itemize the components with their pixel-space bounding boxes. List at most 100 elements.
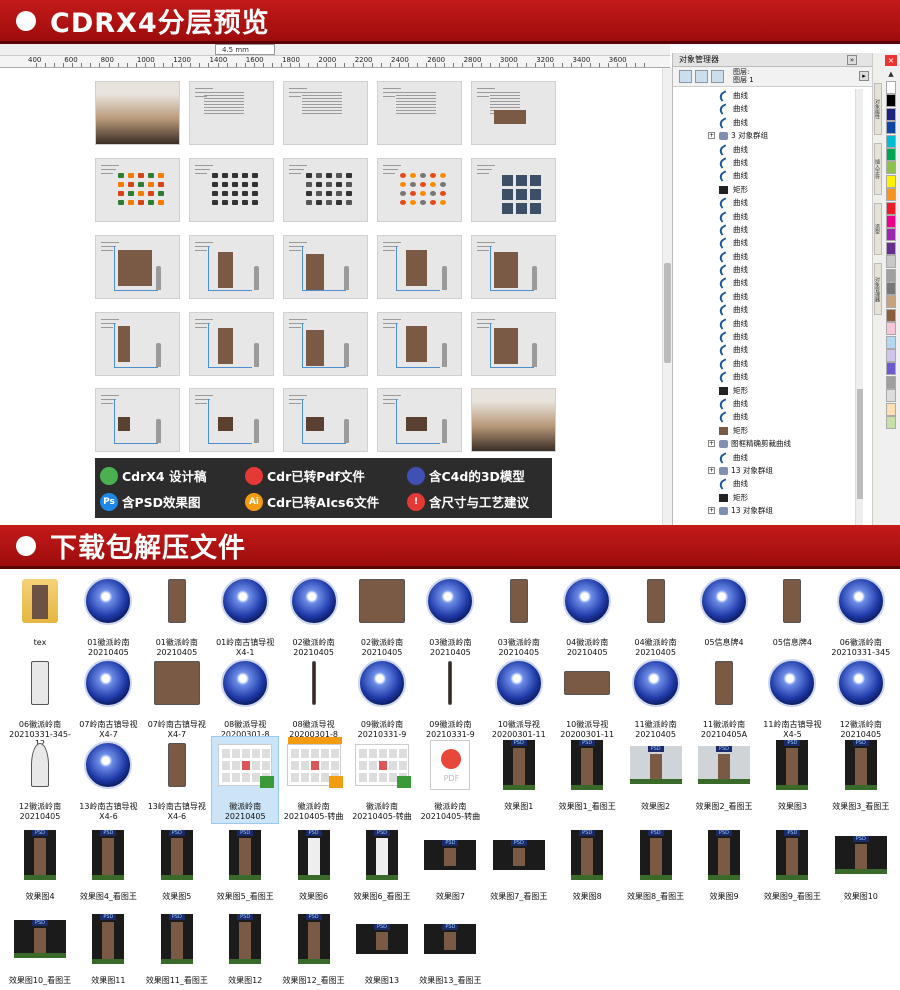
expand-icon[interactable]: » — [847, 55, 857, 65]
color-swatch[interactable] — [886, 282, 896, 295]
file-item[interactable]: 徽派岭南 20210405-转曲 — [280, 736, 348, 821]
file-item[interactable]: PSD 效果图4 — [6, 826, 74, 906]
tree-row[interactable]: 曲线 — [673, 156, 863, 169]
file-item[interactable]: tex — [6, 572, 74, 652]
tree-row[interactable]: 曲线 — [673, 196, 863, 209]
file-item[interactable]: PSD 效果图1_看图王 — [553, 736, 621, 816]
color-swatch[interactable] — [886, 241, 896, 255]
tree-row[interactable]: 矩形 — [673, 384, 863, 397]
page-thumbnail[interactable] — [377, 312, 462, 376]
file-item[interactable]: 03徽派岭南 20210405 — [485, 572, 553, 657]
file-item[interactable]: 13岭南古镇导视 X4-6 — [143, 736, 211, 821]
page-thumbnail[interactable] — [471, 312, 556, 376]
file-item[interactable]: 10徽派导视 20200301-11 — [553, 654, 621, 739]
color-swatch[interactable] — [886, 375, 896, 389]
nudge-distance-input[interactable]: 4.5 mm — [215, 44, 275, 55]
file-item[interactable]: PSD 效果图4_看图王 — [74, 826, 142, 906]
color-swatch[interactable] — [886, 349, 896, 362]
expand-toggle-icon[interactable]: + — [708, 440, 715, 448]
tree-row[interactable]: 曲线 — [673, 276, 863, 290]
page-thumbnail[interactable] — [377, 388, 462, 452]
expand-toggle-icon[interactable]: + — [708, 507, 715, 515]
page-thumbnail[interactable] — [283, 388, 368, 452]
tree-row[interactable]: 曲线 — [673, 89, 863, 102]
file-item[interactable]: PSD 效果图11_看图王 — [143, 910, 211, 990]
tree-row[interactable]: 曲线 — [673, 263, 863, 276]
file-item[interactable]: 07岭南古镇导视 X4-7 — [74, 654, 142, 739]
page-thumbnail[interactable] — [283, 235, 368, 299]
tree-row[interactable]: 曲线 — [673, 102, 863, 116]
expand-toggle-icon[interactable]: + — [708, 466, 715, 474]
color-swatch[interactable] — [886, 161, 896, 175]
file-item[interactable]: PSD 效果图11 — [74, 910, 142, 990]
page-thumbnail[interactable] — [377, 81, 462, 145]
file-item[interactable]: PSD 效果图9 — [690, 826, 758, 906]
tree-row[interactable]: 曲线 — [673, 169, 863, 183]
page-thumbnail[interactable] — [283, 81, 368, 145]
file-item[interactable]: PSD 效果图8 — [553, 826, 621, 906]
color-swatch[interactable] — [886, 362, 896, 376]
color-swatch[interactable] — [886, 174, 896, 188]
tree-row[interactable]: + 图框精确剪裁曲线 — [673, 437, 863, 450]
file-item[interactable]: PSD 效果图10 — [827, 826, 895, 906]
file-item[interactable]: PSD 效果图3_看图王 — [827, 736, 895, 816]
page-thumbnail[interactable] — [377, 235, 462, 299]
color-swatch[interactable] — [886, 402, 896, 416]
tree-row[interactable]: 曲线 — [673, 410, 863, 424]
file-item[interactable]: 13岭南古镇导视 X4-6 — [74, 736, 142, 821]
file-item[interactable]: PSD 效果图6 — [280, 826, 348, 906]
file-item[interactable]: 徽派岭南 20210405-转曲 — [348, 736, 416, 821]
color-swatch[interactable] — [886, 308, 896, 322]
color-swatch[interactable] — [886, 228, 896, 242]
file-item[interactable]: PSD 效果图5 — [143, 826, 211, 906]
tree-row[interactable]: 曲线 — [673, 290, 863, 303]
file-item[interactable]: 02徽派岭南 20210405 — [280, 572, 348, 657]
file-item[interactable]: 04徽派岭南 20210405 — [622, 572, 690, 657]
page-thumbnail[interactable] — [95, 235, 180, 299]
tree-row[interactable]: 曲线 — [673, 343, 863, 357]
page-thumbnail[interactable] — [471, 158, 556, 222]
tree-row[interactable]: +3 对象群组 — [673, 129, 863, 142]
file-item[interactable]: PSD 效果图8_看图王 — [622, 826, 690, 906]
color-swatch[interactable] — [886, 215, 896, 228]
color-swatch[interactable] — [886, 255, 896, 269]
file-item[interactable]: 11徽派岭南 20210405A — [690, 654, 758, 739]
file-item[interactable]: 02徽派岭南 20210405 — [348, 572, 416, 657]
show-properties-icon[interactable] — [679, 70, 692, 83]
file-item[interactable]: 03徽派岭南 20210405 — [416, 572, 484, 657]
tree-row[interactable]: 曲线 — [673, 210, 863, 223]
expand-toggle-icon[interactable]: + — [708, 132, 715, 140]
tree-row[interactable]: 曲线 — [673, 370, 863, 383]
file-item[interactable]: PSD 效果图7_看图王 — [485, 826, 553, 906]
file-item[interactable]: PDF 徽派岭南 20210405-转曲 — [416, 736, 484, 821]
tree-row[interactable]: 曲线 — [673, 250, 863, 263]
docker-tab-0[interactable]: 对象属性 — [874, 83, 882, 135]
tree-row[interactable]: 曲线 — [673, 477, 863, 491]
page-thumbnail[interactable] — [377, 158, 462, 222]
tree-row[interactable]: 矩形 — [673, 183, 863, 196]
file-item[interactable]: 08徽派导视 20200301-8 — [280, 654, 348, 739]
tree-row[interactable]: 曲线 — [673, 236, 863, 250]
color-swatch[interactable] — [886, 268, 896, 282]
color-swatch[interactable] — [886, 188, 896, 202]
color-swatch[interactable] — [886, 107, 896, 121]
color-swatch[interactable] — [886, 94, 896, 108]
tree-row[interactable]: 曲线 — [673, 330, 863, 343]
file-item[interactable]: 05信息牌4 — [690, 572, 758, 652]
page-thumbnail[interactable] — [95, 158, 180, 222]
file-item[interactable]: 徽派岭南 20210405 — [211, 736, 280, 824]
color-swatch[interactable] — [886, 389, 896, 403]
file-item[interactable]: PSD 效果图1 — [485, 736, 553, 816]
file-item[interactable]: PSD 效果图13_看图王 — [416, 910, 484, 990]
file-item[interactable]: 09徽派岭南 20210331-9 — [348, 654, 416, 739]
file-item[interactable]: PSD 效果图12 — [211, 910, 279, 990]
file-item[interactable]: PSD 效果图6_看图王 — [348, 826, 416, 906]
scroll-up-icon[interactable]: ▲ — [886, 69, 896, 79]
color-swatch[interactable] — [886, 201, 896, 215]
file-item[interactable]: 07岭南古镇导视 X4-7 — [143, 654, 211, 739]
scroll-thumb[interactable] — [857, 389, 863, 499]
canvas-scrollbar[interactable] — [662, 68, 672, 525]
file-item[interactable]: 11徽派岭南 20210405 — [622, 654, 690, 739]
page-thumbnail[interactable] — [95, 312, 180, 376]
page-thumbnail[interactable] — [189, 158, 274, 222]
